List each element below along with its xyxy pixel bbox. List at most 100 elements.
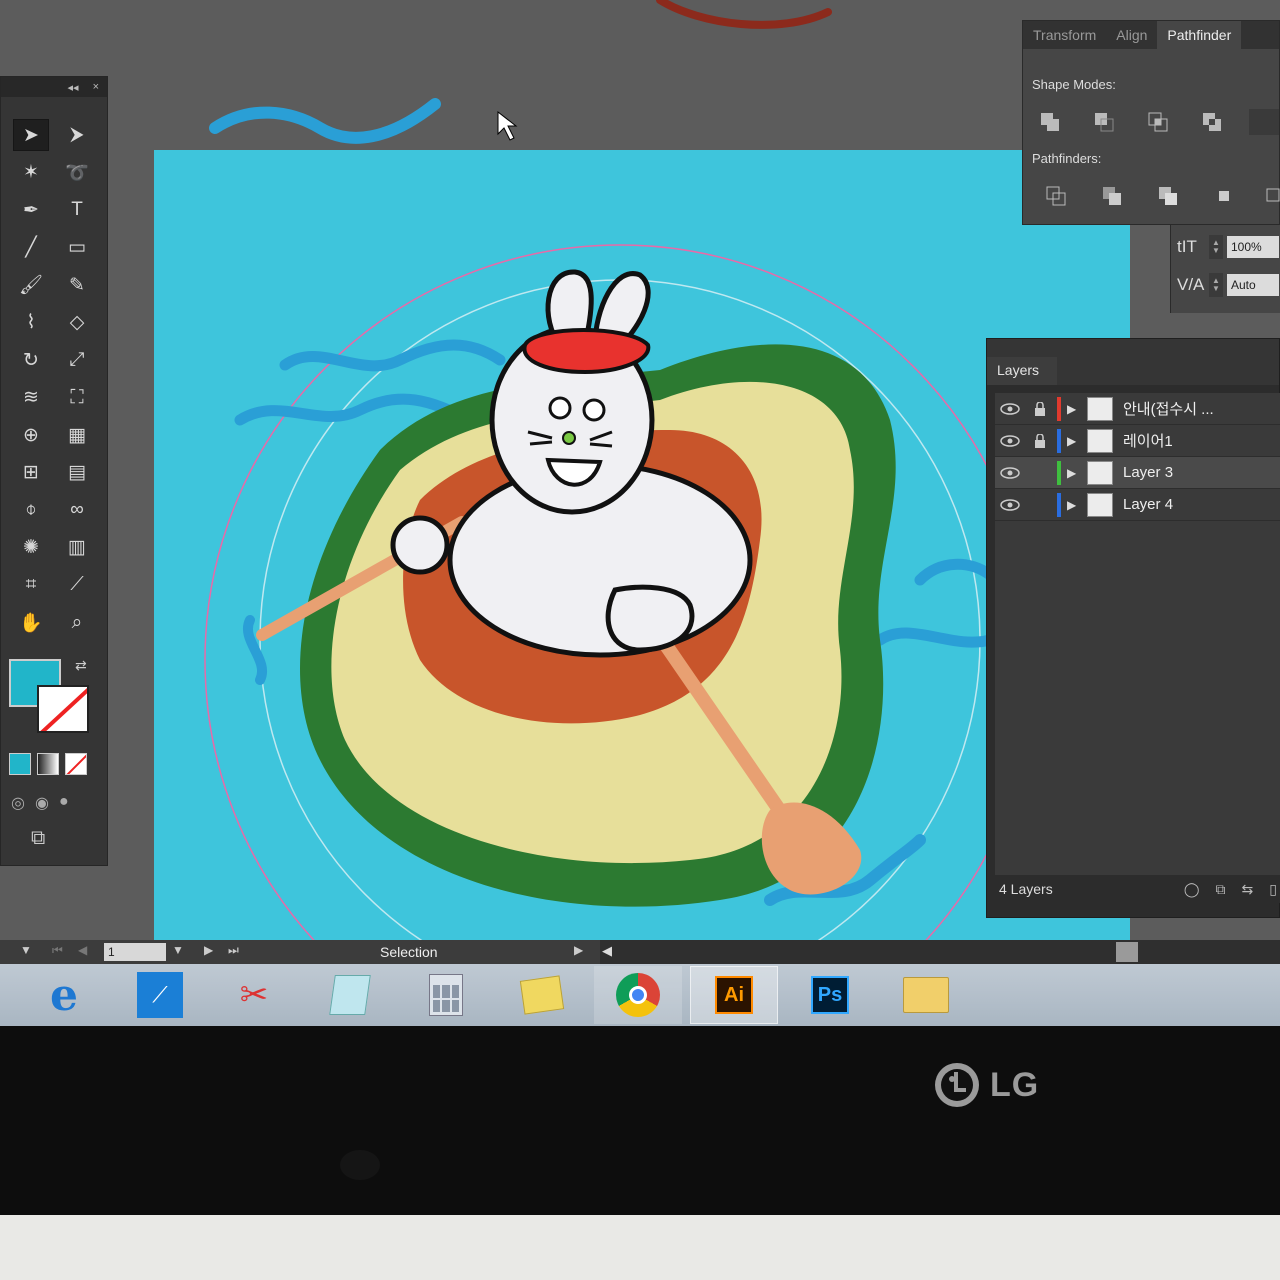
taskbar-sticky-notes[interactable] (498, 966, 586, 1024)
visibility-eye-icon[interactable] (995, 402, 1025, 415)
taskbar-file-explorer[interactable] (882, 966, 970, 1024)
lock-icon[interactable] (1025, 401, 1055, 416)
lasso-tool-icon[interactable]: ➰ (59, 157, 95, 189)
scroll-thumb[interactable] (1116, 942, 1138, 962)
tab-layers[interactable]: Layers (987, 357, 1057, 385)
rabbit-hat[interactable] (522, 328, 651, 375)
none-mode-icon[interactable] (65, 753, 87, 775)
mesh-tool-icon[interactable]: ⊞ (13, 457, 49, 489)
trim-icon[interactable] (1099, 183, 1125, 209)
slice-tool-icon[interactable]: ⟋ (59, 569, 95, 601)
gradient-mode-icon[interactable] (37, 753, 59, 775)
layers-panel[interactable]: Layers ▶ 안내(접수시 ... ▶ 레이어1 ▶ Layer 3 ▶ Layer 4 … (986, 338, 1280, 918)
status-menu-icon[interactable]: ▶ (574, 943, 583, 957)
first-page-icon[interactable]: ⏮ (52, 943, 63, 958)
last-page-icon[interactable]: ⏭ (228, 943, 239, 958)
layers-list[interactable]: ▶ 안내(접수시 ... ▶ 레이어1 ▶ Layer 3 ▶ Layer 4 (995, 393, 1280, 883)
line-tool-icon[interactable]: ╱ (13, 232, 49, 264)
expand-button[interactable] (1249, 109, 1279, 135)
draw-behind-icon[interactable]: ◉ (35, 793, 49, 813)
visibility-eye-icon[interactable] (995, 434, 1025, 447)
taskbar-internet-explorer[interactable]: e (20, 966, 108, 1024)
horizontal-scrollbar[interactable]: ◀ (600, 940, 1280, 964)
draw-inside-icon[interactable]: ● (59, 793, 69, 813)
free-transform-tool-icon[interactable]: ⛶ (59, 382, 95, 414)
next-page-icon[interactable]: ▶ (204, 943, 213, 957)
blend-tool-icon[interactable]: ∞ (59, 494, 95, 526)
magic-wand-tool-icon[interactable]: ✶ (13, 157, 49, 189)
stroke-color-swatch[interactable] (37, 685, 89, 733)
layer-row[interactable]: ▶ Layer 3 (995, 457, 1280, 489)
taskbar-photoshop[interactable]: Ps (786, 966, 874, 1024)
red-arc-stroke[interactable] (656, 0, 832, 29)
layer-row[interactable]: ▶ 레이어1 (995, 425, 1280, 457)
shape-builder-tool-icon[interactable]: ⊕ (13, 419, 49, 451)
divide-icon[interactable] (1043, 183, 1069, 209)
exclude-icon[interactable] (1199, 109, 1225, 135)
collapse-icon[interactable]: ◂◂ (68, 81, 79, 94)
visibility-eye-icon[interactable] (995, 466, 1025, 479)
screen-mode-icon[interactable]: ⧉ (31, 827, 45, 850)
crop-icon[interactable] (1211, 183, 1237, 209)
scroll-left-icon[interactable]: ◀ (602, 943, 612, 959)
selection-tool-icon[interactable]: ➤ (13, 119, 49, 151)
rabbit-right-paw[interactable] (605, 584, 695, 653)
pathfinder-panel[interactable]: Transform Align Pathfinder Shape Modes: … (1022, 20, 1280, 225)
expand-triangle-icon[interactable]: ▶ (1067, 466, 1087, 480)
lock-icon[interactable] (1025, 433, 1055, 448)
character-panel[interactable]: tIT ▲ ▼ 100% V/A ▲ ▼ Auto (1170, 225, 1280, 313)
intersect-icon[interactable] (1145, 109, 1171, 135)
column-graph-tool-icon[interactable]: ▥ (59, 532, 95, 564)
taskbar-paint[interactable]: ✂ (210, 966, 298, 1024)
page-dropdown-icon[interactable]: ▼ (172, 943, 184, 957)
tools-panel[interactable]: ◂◂ × ➤ ⮞ ✶ ➰ ✒ T ╱ ▭ 🖌 ✎ ⌇ ◇ ↻ ⤢ ≋ ⛶ ⊕ ▦ ⊞ ▤ ⌽ ∞ ✺ ▥ ⌗ ⟋ ✋ ⌕ ⇄ ◎ ◉ … (0, 76, 108, 866)
pencil-tool-icon[interactable]: ✎ (59, 269, 95, 301)
tab-pathfinder[interactable]: Pathfinder (1157, 21, 1242, 49)
water-wave[interactable] (279, 339, 506, 372)
type-tool-icon[interactable]: T (59, 194, 95, 226)
new-sublayer-icon[interactable]: ⧉ (1216, 881, 1226, 898)
merge-icon[interactable] (1155, 183, 1181, 209)
rectangle-tool-icon[interactable]: ▭ (59, 232, 95, 264)
water-wave[interactable] (874, 627, 996, 648)
taskbar-illustrator[interactable]: Ai (690, 966, 778, 1024)
hand-tool-icon[interactable]: ✋ (13, 607, 49, 639)
gradient-tool-icon[interactable]: ▤ (59, 457, 95, 489)
layer-row[interactable]: ▶ 안내(접수시 ... (995, 393, 1280, 425)
visibility-eye-icon[interactable] (995, 498, 1025, 511)
delete-layer-icon[interactable]: ▯ (1269, 881, 1277, 898)
unite-icon[interactable] (1037, 109, 1063, 135)
perspective-grid-tool-icon[interactable]: ▦ (59, 419, 95, 451)
page-number-field[interactable]: 1 (104, 943, 166, 961)
taskbar-chrome[interactable] (594, 966, 682, 1024)
taskbar-notepad[interactable] (306, 966, 394, 1024)
paintbrush-tool-icon[interactable]: 🖌 (13, 269, 49, 301)
swap-fill-stroke-icon[interactable]: ⇄ (75, 657, 87, 674)
draw-normal-icon[interactable]: ◎ (11, 793, 25, 813)
scale-tool-icon[interactable]: ⤢ (59, 344, 95, 376)
zoom-dropdown-icon[interactable]: ▼ (20, 943, 32, 957)
taskbar-calculator[interactable] (402, 966, 490, 1024)
blue-wave-stroke[interactable] (209, 98, 441, 144)
tab-align[interactable]: Align (1106, 21, 1157, 49)
pen-tool-icon[interactable]: ✒ (13, 194, 49, 226)
expand-triangle-icon[interactable]: ▶ (1067, 402, 1087, 416)
new-layer-icon[interactable]: ⇆ (1242, 881, 1254, 898)
color-mode-icon[interactable] (9, 753, 31, 775)
warp-tool-icon[interactable]: ≋ (13, 382, 49, 414)
symbol-sprayer-tool-icon[interactable]: ✺ (13, 532, 49, 564)
layer-row[interactable]: ▶ Layer 4 (995, 489, 1280, 521)
tab-transform[interactable]: Transform (1023, 21, 1106, 49)
tracking-field[interactable]: Auto (1227, 274, 1279, 296)
tools-panel-header[interactable]: ◂◂ × (1, 77, 107, 97)
leading-stepper[interactable]: ▲ ▼ (1209, 235, 1223, 259)
avocado-boat-illustration[interactable] (154, 150, 1130, 940)
tracking-stepper[interactable]: ▲ ▼ (1209, 273, 1223, 297)
expand-triangle-icon[interactable]: ▶ (1067, 434, 1087, 448)
artboard[interactable] (154, 150, 1130, 940)
zoom-tool-icon[interactable]: ⌕ (59, 607, 95, 639)
eyedropper-tool-icon[interactable]: ⌽ (13, 494, 49, 526)
direct-selection-tool-icon[interactable]: ⮞ (59, 119, 95, 151)
artboard-tool-icon[interactable]: ⌗ (13, 569, 49, 601)
make-clipping-mask-icon[interactable]: ◯ (1184, 881, 1200, 898)
